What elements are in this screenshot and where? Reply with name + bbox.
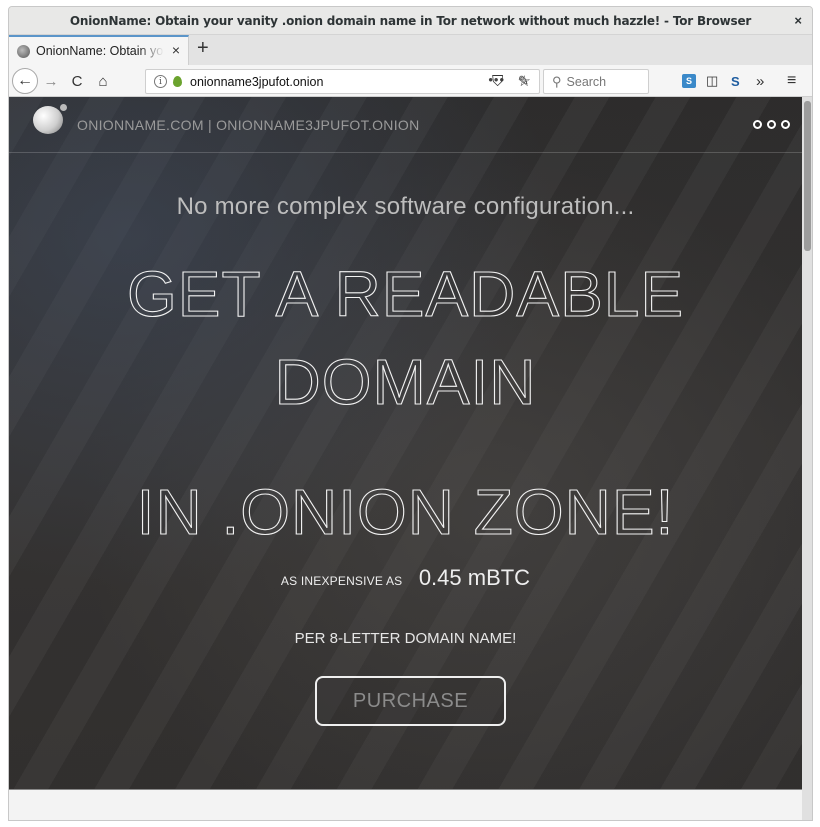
extension-s-blue-icon[interactable]: S	[682, 74, 696, 88]
menu-dot-icon	[753, 120, 762, 129]
site-header: ONIONNAME.COM | ONIONNAME3JPUFOT.ONION	[9, 97, 802, 153]
url-bar[interactable]: i onionname3jpufot.onion ••• ☆	[145, 69, 540, 94]
extension-s-icon[interactable]: S	[731, 69, 740, 93]
onion-logo-icon[interactable]	[33, 104, 67, 134]
hamburger-menu-icon[interactable]: ≡	[787, 69, 796, 93]
scrollbar-thumb[interactable]	[804, 101, 811, 251]
navigation-toolbar: ← → C ⌂ i onionname3jpufot.onion ••• ☆ ⛉…	[9, 65, 812, 97]
page-footer-area	[9, 789, 802, 820]
price-row: AS INEXPENSIVE AS 0.45 mBTC	[9, 565, 802, 591]
tab-label: OnionName: Obtain your vanity .onion dom…	[36, 44, 164, 58]
vertical-scrollbar[interactable]	[802, 97, 812, 820]
site-menu-button[interactable]	[753, 120, 790, 129]
search-placeholder: Search	[566, 74, 607, 89]
noscript-icon[interactable]: ✎	[518, 69, 529, 93]
tab-onionname[interactable]: OnionName: Obtain your vanity .onion dom…	[9, 35, 189, 65]
hero-headline-line-3: IN .ONION ZONE!	[136, 475, 675, 548]
security-shield-icon[interactable]: ⛉	[492, 69, 503, 93]
site-brand-link[interactable]: ONIONNAME.COM | ONIONNAME3JPUFOT.ONION	[77, 117, 420, 133]
hero-headline-line-2: DOMAIN	[274, 345, 537, 418]
title-bar: OnionName: Obtain your vanity .onion dom…	[9, 7, 812, 35]
window-title: OnionName: Obtain your vanity .onion dom…	[69, 13, 752, 28]
price-label: AS INEXPENSIVE AS	[280, 574, 403, 588]
overflow-menu-icon[interactable]: »	[756, 69, 764, 93]
home-button[interactable]: ⌂	[93, 69, 113, 93]
back-button[interactable]: ←	[12, 68, 38, 94]
site-info-icon[interactable]: i	[154, 75, 167, 88]
url-text[interactable]: onionname3jpufot.onion	[190, 75, 323, 89]
reload-button[interactable]: C	[67, 69, 87, 93]
sidebar-icon[interactable]: ◫	[706, 69, 718, 93]
hero-headline-line-1: GET A READABLE	[126, 257, 685, 330]
menu-dot-icon	[781, 120, 790, 129]
browser-window: OnionName: Obtain your vanity .onion dom…	[8, 6, 813, 821]
page-content: ONIONNAME.COM | ONIONNAME3JPUFOT.ONION N…	[9, 97, 802, 789]
onion-favicon-icon	[17, 44, 30, 58]
tab-close-button[interactable]: ×	[172, 42, 180, 58]
onion-security-icon[interactable]	[173, 76, 182, 87]
forward-button[interactable]: →	[41, 69, 61, 93]
purchase-button[interactable]: PURCHASE	[315, 676, 506, 726]
tab-bar: OnionName: Obtain your vanity .onion dom…	[9, 35, 812, 65]
menu-dot-icon	[767, 120, 776, 129]
search-input[interactable]: ⚲ Search	[543, 69, 649, 94]
new-tab-button[interactable]: +	[197, 37, 209, 60]
price-value: 0.45 mBTC	[418, 565, 531, 590]
price-unit-note: PER 8-LETTER DOMAIN NAME!	[294, 630, 517, 647]
search-icon: ⚲	[552, 73, 562, 89]
hero-tagline: No more complex software configuration..…	[176, 193, 635, 220]
window-close-button[interactable]: ×	[794, 13, 802, 28]
